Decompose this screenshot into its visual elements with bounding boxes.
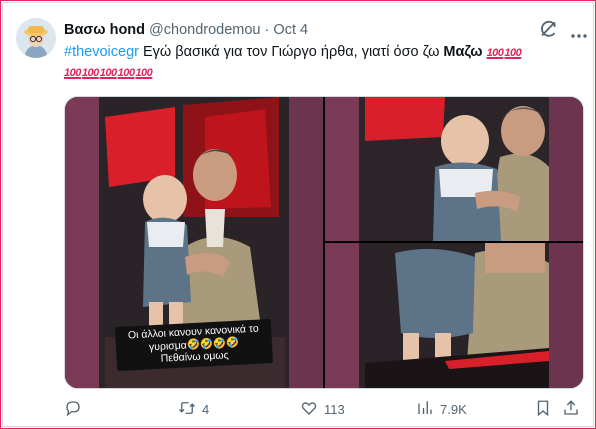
reply-button[interactable] (64, 398, 88, 420)
share-button[interactable] (562, 398, 580, 420)
like-button[interactable]: 113 (300, 398, 345, 420)
hundred-emoji: 100 (486, 47, 504, 59)
hundred-emoji: 100 (81, 67, 99, 79)
like-icon (300, 399, 318, 420)
action-bar: 4 113 7.9K (64, 398, 584, 420)
grok-icon[interactable] (538, 19, 558, 39)
reply-icon (64, 399, 82, 420)
hundred-emoji: 100 (99, 67, 117, 79)
media-photo-3[interactable] (325, 243, 583, 388)
media-photo-2[interactable] (325, 97, 583, 241)
display-name[interactable]: Βασω hond (64, 22, 145, 38)
bookmark-icon (534, 399, 552, 420)
tweet-body: Εγώ βασικά για τον Γιώργο ήρθα, γιατί όσ… (138, 44, 444, 60)
retweet-icon (178, 399, 196, 420)
share-icon (562, 399, 580, 420)
avatar[interactable] (16, 18, 56, 58)
tweet-bold-word: Μαζω (443, 44, 483, 60)
bookmark-button[interactable] (534, 398, 552, 420)
video-caption: Οι άλλοι κανουν κανονικά το γυρισμα🤣🤣🤣🤣 … (114, 318, 274, 371)
hundred-emoji: 100 (504, 47, 522, 59)
hashtag-link[interactable]: #thevoicegr (64, 44, 139, 60)
media-photo-1[interactable]: Οι άλλοι κανουν κανονικά το γυρισμα🤣🤣🤣🤣 … (65, 97, 323, 388)
tweet-header: Βασω hond @chondrodemou · Oct 4 (64, 21, 308, 39)
hundred-emoji: 100 (117, 67, 135, 79)
like-count: 113 (324, 401, 345, 417)
views-count: 7.9K (440, 401, 467, 417)
hundred-emoji: 100 (64, 67, 81, 79)
retweet-count: 4 (202, 401, 210, 417)
more-icon[interactable] (570, 26, 588, 38)
tweet-date[interactable]: Oct 4 (273, 22, 308, 38)
media-grid: Οι άλλοι κανουν κανονικά το γυρισμα🤣🤣🤣🤣 … (64, 96, 584, 389)
separator-dot: · (264, 22, 270, 38)
views-icon (416, 399, 434, 420)
retweet-button[interactable]: 4 (178, 398, 209, 420)
user-handle[interactable]: @chondrodemou (149, 22, 260, 38)
hundred-emoji: 100 (135, 67, 153, 79)
views-button[interactable]: 7.9K (416, 398, 467, 420)
tweet-text: #thevoicegr Εγώ βασικά για τον Γιώργο ήρ… (64, 43, 584, 83)
